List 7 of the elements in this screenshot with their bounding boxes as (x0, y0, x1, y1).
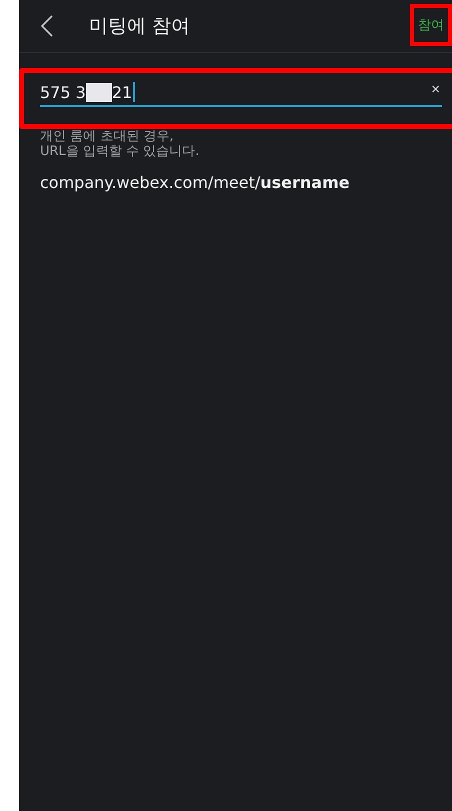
screen-title: 미팅에 참여 (89, 14, 190, 39)
meeting-number-field[interactable]: 575 3 21 × (40, 79, 442, 107)
clear-button[interactable]: × (429, 81, 442, 98)
hint-text: 개인 룸에 초대된 경우, URL을 입력할 수 있습니다. (40, 129, 200, 159)
back-icon[interactable] (41, 15, 53, 37)
url-example: company.webex.com/meet/username (40, 173, 351, 192)
join-button[interactable]: 참여 (410, 4, 452, 46)
